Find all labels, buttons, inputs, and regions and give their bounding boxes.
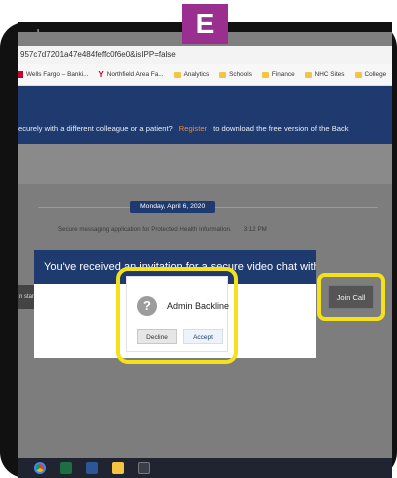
invitation-highlight xyxy=(116,267,238,364)
screen: 957c7d7201a47e484feffc0f6e0&isIPP=false … xyxy=(18,32,392,478)
chat-area: Monday, April 6, 2020 Secure messaging a… xyxy=(18,184,392,474)
bookmark-wells-fargo[interactable]: Wells Fargo – Banki... xyxy=(18,71,88,78)
address-bar[interactable]: 957c7d7201a47e484feffc0f6e0&isIPP=false xyxy=(18,46,392,64)
word-icon[interactable] xyxy=(86,462,98,474)
folder-icon xyxy=(173,71,181,78)
app-icon[interactable] xyxy=(138,462,150,474)
bookmark-nhc-sites[interactable]: NHC Sites xyxy=(304,71,345,78)
wells-fargo-icon xyxy=(18,71,23,78)
message-time: 3:12 PM xyxy=(243,226,267,233)
chrome-icon[interactable] xyxy=(34,462,46,474)
secure-note-text: Secure messaging application for Protect… xyxy=(58,226,232,233)
excel-icon[interactable] xyxy=(60,462,72,474)
folder-icon xyxy=(219,71,227,78)
join-call-highlight xyxy=(317,273,385,321)
bookmarks-bar: Wells Fargo – Banki... Y Northfield Area … xyxy=(18,64,392,86)
file-explorer-icon[interactable] xyxy=(112,462,124,474)
step-badge: E xyxy=(182,4,228,44)
site-header xyxy=(18,86,392,114)
promo-text: ecurely with a different colleague or a … xyxy=(18,124,173,133)
folder-icon xyxy=(354,71,362,78)
folder-icon xyxy=(304,71,312,78)
promo-banner: ecurely with a different colleague or a … xyxy=(18,114,392,144)
promo-text-end: to download the free version of the Back xyxy=(213,124,349,133)
bookmark-schools[interactable]: Schools xyxy=(219,71,252,78)
bookmark-analytics[interactable]: Analytics xyxy=(173,71,209,78)
secure-note: Secure messaging application for Protect… xyxy=(58,226,267,233)
ymca-icon: Y xyxy=(98,70,104,79)
bookmark-college[interactable]: College xyxy=(354,71,386,78)
bookmark-northfield[interactable]: Y Northfield Area Fa... xyxy=(98,70,163,79)
register-link[interactable]: Register xyxy=(179,124,207,133)
date-label: Monday, April 6, 2020 xyxy=(130,201,216,213)
bookmark-finance[interactable]: Finance xyxy=(261,71,295,78)
folder-icon xyxy=(261,71,269,78)
toolbar-area xyxy=(18,144,392,184)
left-call-snippet: n star xyxy=(18,285,34,309)
taskbar xyxy=(18,458,392,478)
